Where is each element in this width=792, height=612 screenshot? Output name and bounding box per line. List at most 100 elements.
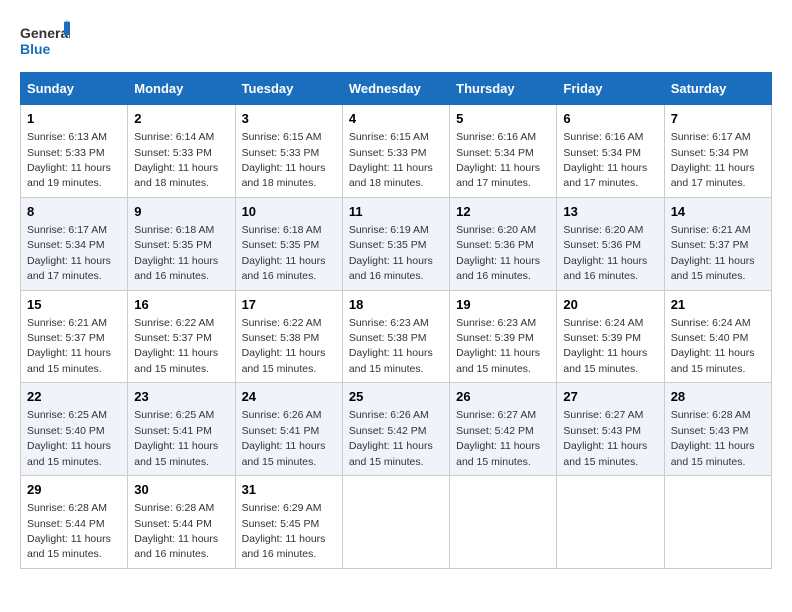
cell-info: Sunrise: 6:22 AMSunset: 5:37 PMDaylight:… [134, 317, 218, 375]
cell-info: Sunrise: 6:26 AMSunset: 5:41 PMDaylight:… [242, 409, 326, 467]
cell-info: Sunrise: 6:20 AMSunset: 5:36 PMDaylight:… [563, 224, 647, 282]
calendar-cell: 4 Sunrise: 6:15 AMSunset: 5:33 PMDaylight… [342, 105, 449, 198]
calendar-cell: 28 Sunrise: 6:28 AMSunset: 5:43 PMDayligh… [664, 383, 771, 476]
day-number: 30 [134, 481, 228, 499]
cell-info: Sunrise: 6:27 AMSunset: 5:42 PMDaylight:… [456, 409, 540, 467]
calendar-cell: 3Sunrise: 6:15 AMSunset: 5:33 PMDaylight… [235, 105, 342, 198]
calendar-cell: 19 Sunrise: 6:23 AMSunset: 5:39 PMDayligh… [450, 290, 557, 383]
cell-info: Sunrise: 6:25 AMSunset: 5:41 PMDaylight:… [134, 409, 218, 467]
calendar-cell: 10 Sunrise: 6:18 AMSunset: 5:35 PMDayligh… [235, 197, 342, 290]
day-number: 13 [563, 203, 657, 221]
weekday-header-tuesday: Tuesday [235, 73, 342, 105]
cell-info: Sunrise: 6:21 AMSunset: 5:37 PMDaylight:… [671, 224, 755, 282]
day-number: 17 [242, 296, 336, 314]
cell-info: Sunrise: 6:23 AMSunset: 5:39 PMDaylight:… [456, 317, 540, 375]
header: General Blue [20, 20, 772, 62]
calendar-cell: 7 Sunrise: 6:17 AMSunset: 5:34 PMDaylight… [664, 105, 771, 198]
calendar-cell: 13 Sunrise: 6:20 AMSunset: 5:36 PMDayligh… [557, 197, 664, 290]
day-number: 24 [242, 388, 336, 406]
day-number: 11 [349, 203, 443, 221]
day-number: 18 [349, 296, 443, 314]
calendar-cell: 22 Sunrise: 6:25 AMSunset: 5:40 PMDayligh… [21, 383, 128, 476]
cell-info: Sunrise: 6:15 AMSunset: 5:33 PMDaylight:… [349, 131, 433, 189]
calendar-week-4: 22 Sunrise: 6:25 AMSunset: 5:40 PMDayligh… [21, 383, 772, 476]
day-number: 19 [456, 296, 550, 314]
cell-info: Sunrise: 6:16 AMSunset: 5:34 PMDaylight:… [456, 131, 540, 189]
cell-info: Sunrise: 6:22 AMSunset: 5:38 PMDaylight:… [242, 317, 326, 375]
cell-info: Sunrise: 6:20 AMSunset: 5:36 PMDaylight:… [456, 224, 540, 282]
logo-svg: General Blue [20, 20, 70, 62]
calendar-cell: 25 Sunrise: 6:26 AMSunset: 5:42 PMDayligh… [342, 383, 449, 476]
calendar-cell: 30 Sunrise: 6:28 AMSunset: 5:44 PMDayligh… [128, 476, 235, 569]
calendar-cell: 12 Sunrise: 6:20 AMSunset: 5:36 PMDayligh… [450, 197, 557, 290]
calendar-cell: 5Sunrise: 6:16 AMSunset: 5:34 PMDaylight… [450, 105, 557, 198]
calendar-cell: 2 Sunrise: 6:14 AMSunset: 5:33 PMDaylight… [128, 105, 235, 198]
cell-info: Sunrise: 6:27 AMSunset: 5:43 PMDaylight:… [563, 409, 647, 467]
cell-info: Sunrise: 6:17 AMSunset: 5:34 PMDaylight:… [671, 131, 755, 189]
calendar-cell: 24 Sunrise: 6:26 AMSunset: 5:41 PMDayligh… [235, 383, 342, 476]
cell-info: Sunrise: 6:19 AMSunset: 5:35 PMDaylight:… [349, 224, 433, 282]
cell-info: Sunrise: 6:26 AMSunset: 5:42 PMDaylight:… [349, 409, 433, 467]
cell-info: Sunrise: 6:25 AMSunset: 5:40 PMDaylight:… [27, 409, 111, 467]
cell-info: Sunrise: 6:28 AMSunset: 5:44 PMDaylight:… [134, 502, 218, 560]
calendar-cell: 29 Sunrise: 6:28 AMSunset: 5:44 PMDayligh… [21, 476, 128, 569]
day-number: 1 [27, 110, 121, 128]
day-number: 28 [671, 388, 765, 406]
cell-info: Sunrise: 6:14 AMSunset: 5:33 PMDaylight:… [134, 131, 218, 189]
day-number: 31 [242, 481, 336, 499]
day-number: 7 [671, 110, 765, 128]
weekday-header-sunday: Sunday [21, 73, 128, 105]
day-number: 25 [349, 388, 443, 406]
day-number: 6 [563, 110, 657, 128]
day-number: 27 [563, 388, 657, 406]
calendar-cell: 20Sunrise: 6:24 AMSunset: 5:39 PMDayligh… [557, 290, 664, 383]
calendar-cell [557, 476, 664, 569]
calendar-cell: 16 Sunrise: 6:22 AMSunset: 5:37 PMDayligh… [128, 290, 235, 383]
calendar-cell: 21Sunrise: 6:24 AMSunset: 5:40 PMDayligh… [664, 290, 771, 383]
day-number: 2 [134, 110, 228, 128]
day-number: 23 [134, 388, 228, 406]
calendar-cell [342, 476, 449, 569]
day-number: 22 [27, 388, 121, 406]
weekday-header-saturday: Saturday [664, 73, 771, 105]
logo: General Blue [20, 20, 70, 62]
calendar-cell: 23 Sunrise: 6:25 AMSunset: 5:41 PMDayligh… [128, 383, 235, 476]
calendar-cell: 15Sunrise: 6:21 AMSunset: 5:37 PMDayligh… [21, 290, 128, 383]
weekday-header-wednesday: Wednesday [342, 73, 449, 105]
calendar-cell: 1 Sunrise: 6:13 AMSunset: 5:33 PMDaylight… [21, 105, 128, 198]
calendar-cell: 31Sunrise: 6:29 AMSunset: 5:45 PMDayligh… [235, 476, 342, 569]
calendar-cell: 6Sunrise: 6:16 AMSunset: 5:34 PMDaylight… [557, 105, 664, 198]
calendar-cell: 26Sunrise: 6:27 AMSunset: 5:42 PMDayligh… [450, 383, 557, 476]
calendar-cell: 27 Sunrise: 6:27 AMSunset: 5:43 PMDayligh… [557, 383, 664, 476]
cell-info: Sunrise: 6:18 AMSunset: 5:35 PMDaylight:… [134, 224, 218, 282]
calendar-cell [664, 476, 771, 569]
calendar-cell: 11 Sunrise: 6:19 AMSunset: 5:35 PMDayligh… [342, 197, 449, 290]
day-number: 14 [671, 203, 765, 221]
day-number: 4 [349, 110, 443, 128]
calendar-cell: 9Sunrise: 6:18 AMSunset: 5:35 PMDaylight… [128, 197, 235, 290]
cell-info: Sunrise: 6:24 AMSunset: 5:40 PMDaylight:… [671, 317, 755, 375]
weekday-header-monday: Monday [128, 73, 235, 105]
day-number: 8 [27, 203, 121, 221]
calendar-cell: 17 Sunrise: 6:22 AMSunset: 5:38 PMDayligh… [235, 290, 342, 383]
cell-info: Sunrise: 6:18 AMSunset: 5:35 PMDaylight:… [242, 224, 326, 282]
day-number: 16 [134, 296, 228, 314]
cell-info: Sunrise: 6:28 AMSunset: 5:44 PMDaylight:… [27, 502, 111, 560]
calendar-week-3: 15Sunrise: 6:21 AMSunset: 5:37 PMDayligh… [21, 290, 772, 383]
calendar-cell: 14 Sunrise: 6:21 AMSunset: 5:37 PMDayligh… [664, 197, 771, 290]
calendar-cell: 8Sunrise: 6:17 AMSunset: 5:34 PMDaylight… [21, 197, 128, 290]
weekday-header-friday: Friday [557, 73, 664, 105]
cell-info: Sunrise: 6:28 AMSunset: 5:43 PMDaylight:… [671, 409, 755, 467]
day-number: 12 [456, 203, 550, 221]
day-number: 10 [242, 203, 336, 221]
calendar-cell: 18 Sunrise: 6:23 AMSunset: 5:38 PMDayligh… [342, 290, 449, 383]
day-number: 15 [27, 296, 121, 314]
calendar-cell [450, 476, 557, 569]
cell-info: Sunrise: 6:23 AMSunset: 5:38 PMDaylight:… [349, 317, 433, 375]
cell-info: Sunrise: 6:24 AMSunset: 5:39 PMDaylight:… [563, 317, 647, 375]
cell-info: Sunrise: 6:15 AMSunset: 5:33 PMDaylight:… [242, 131, 326, 189]
day-number: 29 [27, 481, 121, 499]
cell-info: Sunrise: 6:13 AMSunset: 5:33 PMDaylight:… [27, 131, 111, 189]
svg-text:Blue: Blue [20, 41, 51, 57]
calendar-week-5: 29 Sunrise: 6:28 AMSunset: 5:44 PMDayligh… [21, 476, 772, 569]
